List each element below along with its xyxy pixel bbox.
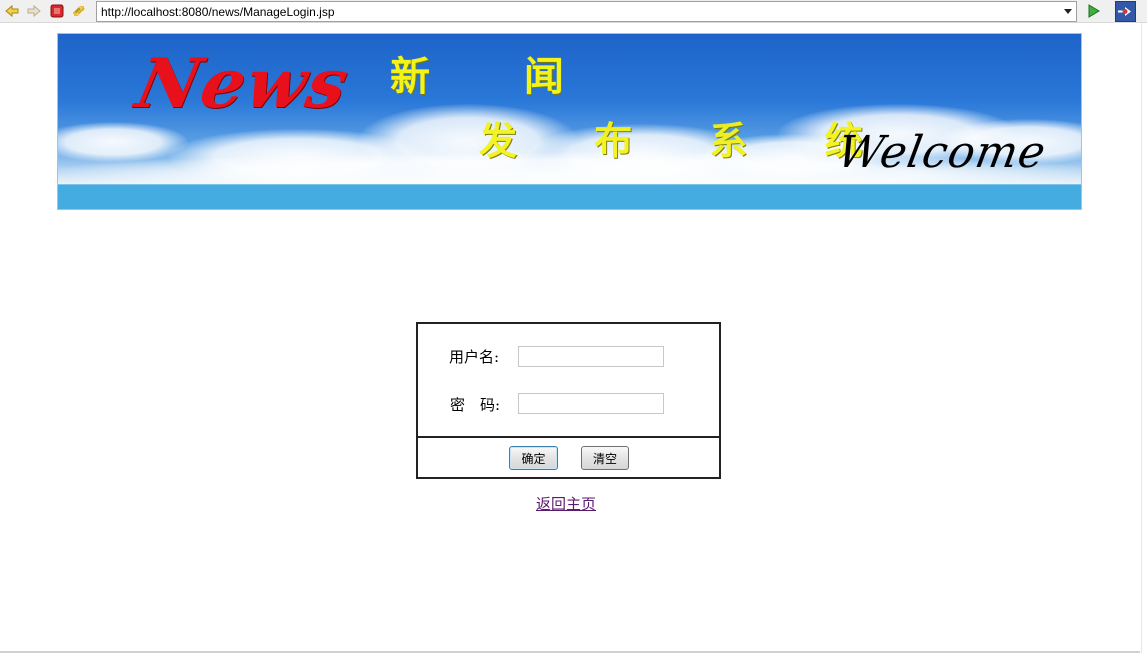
stop-icon[interactable] (49, 3, 65, 19)
confirm-button[interactable]: 确定 (509, 446, 558, 470)
back-arrow-icon[interactable] (4, 3, 20, 19)
password-input[interactable] (518, 393, 664, 414)
refresh-icon[interactable] (71, 3, 87, 19)
banner-stripe (58, 184, 1081, 209)
back-to-home-link[interactable]: 返回主页 (536, 493, 596, 514)
news-logo: News (129, 44, 357, 124)
browser-toolbar (0, 0, 1147, 23)
login-form: 用户名: 密 码: 确定 清空 (416, 322, 721, 479)
url-input[interactable] (101, 3, 1051, 20)
username-input[interactable] (518, 346, 664, 367)
login-fields-section: 用户名: 密 码: (418, 324, 719, 438)
username-label: 用户名: (449, 348, 500, 366)
go-play-icon[interactable] (1084, 2, 1102, 20)
site-title-line1: 新 闻 (390, 53, 604, 100)
extension-icon[interactable] (1115, 1, 1136, 22)
password-label: 密 码: (450, 396, 501, 414)
forward-arrow-icon[interactable] (26, 3, 42, 19)
header-banner: News 新 闻 发 布 系 统 Welcome (57, 33, 1082, 210)
welcome-text: Welcome (833, 127, 1051, 178)
clear-button[interactable]: 清空 (581, 446, 629, 470)
window-right-border (1140, 23, 1147, 653)
chevron-down-icon[interactable] (1062, 5, 1074, 18)
site-title-line2: 发 布 系 统 (479, 118, 895, 163)
address-bar[interactable] (96, 1, 1077, 22)
